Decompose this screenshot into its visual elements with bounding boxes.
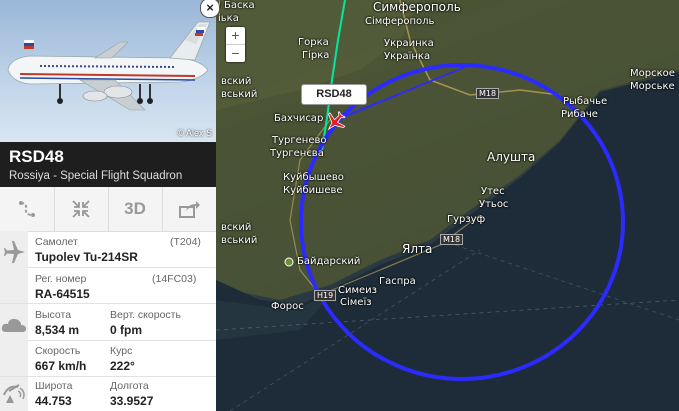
plane-icon	[4, 241, 25, 263]
aircraft-code: (T204)	[170, 236, 201, 248]
map-label: Алушта	[487, 150, 536, 164]
airline-name: Rossiya - Special Flight Squadron	[9, 170, 183, 182]
map-label: Тургенєва	[270, 148, 324, 159]
registration-code: (14FC03)	[152, 273, 197, 285]
speed-label: Скорость	[35, 345, 81, 357]
zoom-out-button[interactable]: −	[226, 45, 245, 62]
map-label: Бахчисар	[274, 113, 324, 124]
view-3d-button[interactable]: 3D	[108, 187, 163, 231]
position-section-icon-bg	[0, 304, 28, 376]
vertical-speed-value: 0 fpm	[110, 323, 143, 337]
vertical-speed-label: Верт. скорость	[110, 309, 181, 321]
registration-value: RA-64515	[35, 287, 90, 301]
fit-view-button[interactable]	[54, 187, 109, 231]
map-label: Морское	[630, 68, 675, 79]
map-label: Симеиз	[338, 285, 377, 296]
map-label: Гаспра	[379, 276, 416, 287]
altitude-value: 8,534 m	[35, 323, 80, 337]
registration-label: Рег. номер	[35, 273, 87, 285]
flight-details: Самолет (T204) Tupolev Tu-214SR Рег. ном…	[0, 231, 216, 411]
cloud-icon	[1, 318, 26, 332]
map-label: Симферополь	[373, 0, 461, 14]
photo-credit: © Alex S	[177, 128, 212, 138]
map-label: Морське	[630, 81, 675, 92]
map-label: вский	[221, 222, 252, 233]
latitude-label: Широта	[35, 380, 73, 392]
altitude-label: Высота	[35, 309, 72, 321]
longitude-value: 33.9527	[110, 394, 154, 408]
map-label: Утьос	[479, 199, 509, 210]
zoom-control: + −	[226, 27, 245, 62]
map-label: вський	[221, 235, 258, 246]
map-label: Сімеїз	[340, 297, 372, 308]
divider	[28, 340, 216, 341]
aircraft-label: Самолет	[35, 236, 78, 248]
map-label: іька	[218, 13, 239, 24]
map-label: вський	[221, 89, 258, 100]
map-label: Куйбышево	[283, 172, 344, 183]
map-label: вский	[221, 76, 252, 87]
aircraft-type: Tupolev Tu-214SR	[35, 250, 138, 264]
map-label: Куйбишеве	[283, 185, 343, 196]
aircraft-photo-image	[7, 21, 211, 111]
flight-header: RSD48 Rossiya - Special Flight Squadron	[0, 142, 216, 187]
aircraft-section-icon-bg	[0, 231, 28, 303]
map-label: Гурзуф	[447, 214, 486, 225]
map-label: Тургенево	[272, 135, 327, 146]
latitude-value: 44.753	[35, 394, 72, 408]
aircraft-photo[interactable]: © Alex S	[0, 0, 216, 142]
map-label: Украинка	[384, 38, 434, 49]
road-badge: M18	[476, 88, 500, 99]
road-badge: M18	[440, 234, 464, 245]
longitude-label: Долгота	[110, 380, 149, 392]
divider	[28, 267, 216, 268]
radar-antenna-icon	[3, 384, 25, 403]
close-button[interactable]: ×	[200, 0, 220, 18]
heading-value: 222°	[110, 359, 135, 373]
map-label: Байдарский	[297, 256, 361, 267]
heading-label: Курс	[110, 345, 133, 357]
map-label: Ялта	[402, 242, 433, 256]
road-badge: H19	[314, 290, 337, 301]
radar-section-icon-bg	[0, 377, 28, 411]
map-label: і Баска	[218, 0, 255, 11]
route-icon	[19, 201, 35, 217]
share-icon	[179, 201, 200, 218]
map-label: Рибаче	[561, 109, 598, 120]
divider	[0, 376, 216, 377]
divider	[0, 303, 216, 304]
speed-value: 667 km/h	[35, 359, 87, 373]
flight-info-panel: © Alex S × RSD48 Rossiya - Special Fligh…	[0, 0, 220, 411]
route-button[interactable]	[0, 187, 55, 231]
fit-icon	[72, 200, 90, 218]
map-label: Рыбачье	[563, 96, 608, 107]
map-label: Гірка	[302, 50, 330, 61]
map-label: Утес	[481, 186, 505, 197]
map-label: Горка	[298, 37, 329, 48]
aircraft-callsign-tag[interactable]: RSD48	[301, 84, 367, 105]
map-label: Сімферополь	[365, 16, 435, 27]
callsign: RSD48	[9, 147, 64, 166]
zoom-in-button[interactable]: +	[226, 27, 245, 45]
map-label: Форос	[271, 301, 304, 312]
flight-toolbar: 3D	[0, 187, 216, 232]
share-button[interactable]	[162, 187, 216, 231]
map-label: Українка	[384, 51, 431, 62]
